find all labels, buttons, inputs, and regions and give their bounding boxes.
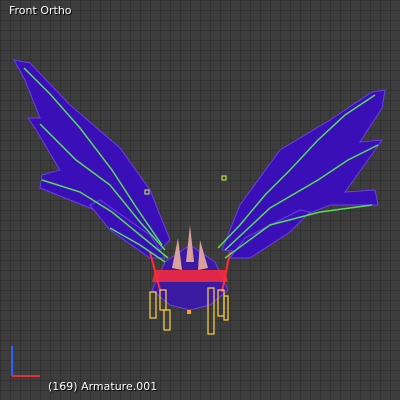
red-band xyxy=(152,270,228,282)
center-horn xyxy=(186,225,194,262)
active-object-status: (169) Armature.001 xyxy=(48,380,158,393)
scene-canvas[interactable] xyxy=(0,0,400,400)
3d-viewport[interactable]: Front Ortho (169) Armature.001 xyxy=(0,0,400,400)
view-name-label: Front Ortho xyxy=(9,4,72,17)
marker-point xyxy=(221,175,227,181)
origin-icon xyxy=(187,310,191,314)
right-horn xyxy=(198,240,208,270)
axis-gizmo-icon xyxy=(11,346,40,377)
right-wing-mesh[interactable] xyxy=(221,89,386,259)
